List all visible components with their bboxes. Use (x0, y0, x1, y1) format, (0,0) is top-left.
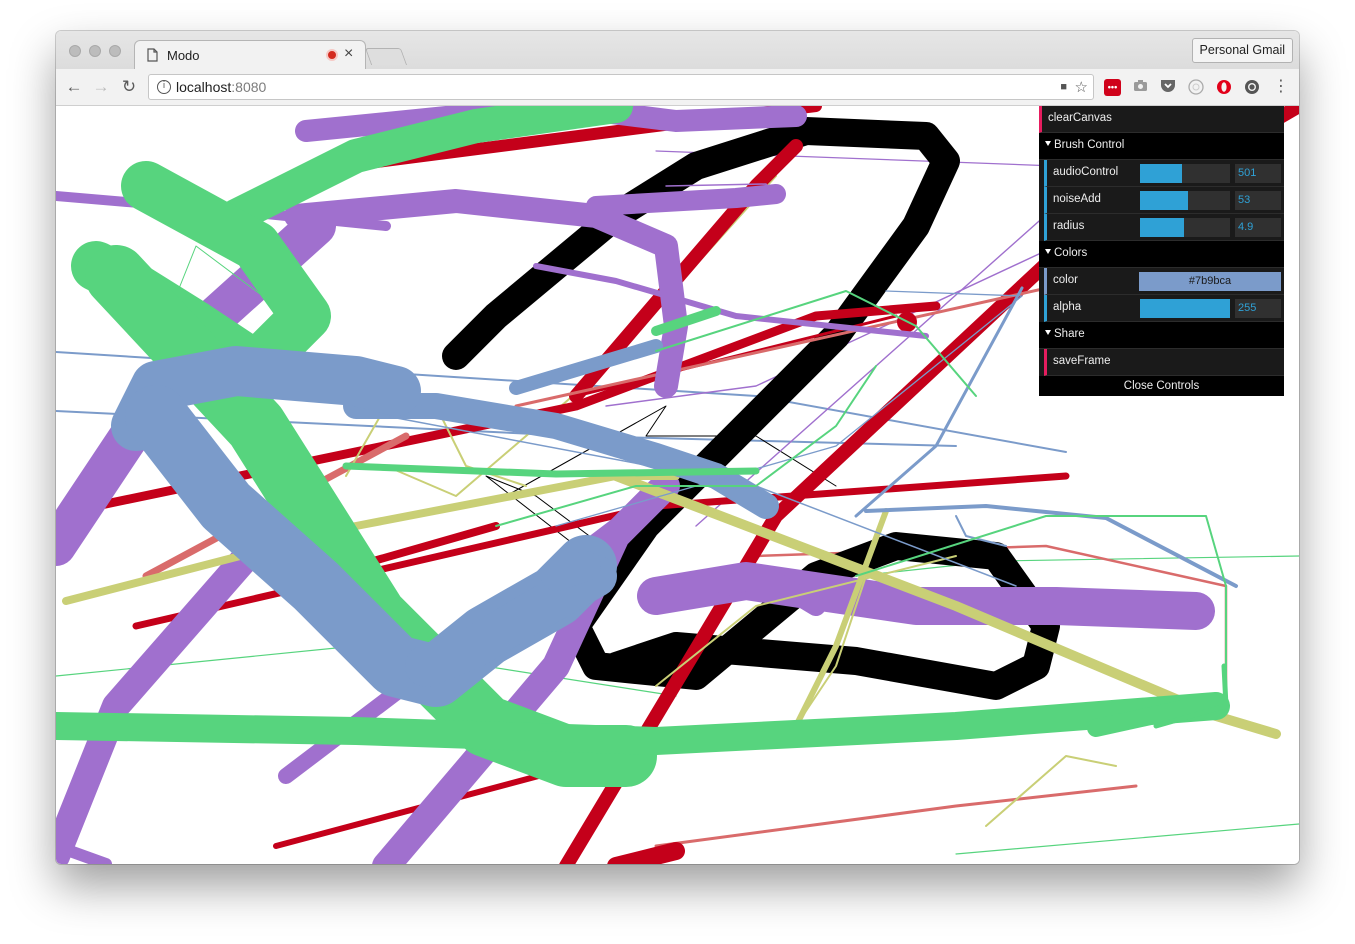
pocket-icon[interactable] (1159, 79, 1176, 96)
alpha-slider[interactable] (1140, 299, 1230, 318)
drawing-canvas[interactable]: clearCanvas Brush Control audioControl 5… (56, 106, 1299, 864)
tab-title: Modo (167, 48, 200, 63)
recording-icon (326, 49, 338, 61)
brush-control-folder[interactable]: Brush Control (1039, 133, 1284, 160)
colors-folder[interactable]: Colors (1039, 241, 1284, 268)
noise-add-slider[interactable] (1140, 191, 1230, 210)
ghostery-icon[interactable] (1187, 79, 1204, 96)
control-panel: clearCanvas Brush Control audioControl 5… (1039, 106, 1284, 396)
lastpass-icon[interactable]: ••• (1104, 79, 1121, 96)
colors-title: Colors (1054, 247, 1088, 259)
address-bar[interactable]: i localhost:8080 ■ ☆ (148, 74, 1094, 100)
minimize-window-button[interactable] (89, 45, 101, 57)
forward-icon[interactable]: → (90, 76, 112, 98)
save-frame-button[interactable]: saveFrame (1044, 349, 1284, 376)
clear-canvas-label: clearCanvas (1048, 112, 1112, 124)
info-icon[interactable]: i (157, 80, 171, 94)
audio-control-row: audioControl 501 (1044, 160, 1284, 187)
close-controls-button[interactable]: Close Controls (1039, 376, 1284, 396)
noise-add-row: noiseAdd 53 (1044, 187, 1284, 214)
alpha-row: alpha 255 (1044, 295, 1284, 322)
alpha-slider-fill (1140, 299, 1230, 318)
opera-icon[interactable] (1215, 79, 1232, 96)
browser-window: Modo × Personal Gmail ← → ↻ i localhost:… (56, 31, 1299, 864)
browser-menu-icon[interactable]: ⋮ (1270, 76, 1292, 98)
save-frame-label: saveFrame (1053, 355, 1111, 367)
bookmark-star-icon[interactable]: ☆ (1075, 78, 1088, 96)
back-icon[interactable]: ← (63, 76, 85, 98)
radius-row: radius 4.9 (1044, 214, 1284, 241)
audio-control-slider-fill (1140, 164, 1183, 183)
color-picker[interactable]: #7b9bca (1139, 272, 1281, 291)
audio-control-slider[interactable] (1140, 164, 1230, 183)
triangle-down-icon (1045, 330, 1051, 335)
profile-button[interactable]: Personal Gmail (1191, 38, 1293, 63)
color-row: color #7b9bca (1044, 268, 1284, 295)
camera-icon[interactable]: ■ (1060, 81, 1067, 93)
zoom-window-button[interactable] (109, 45, 121, 57)
audio-control-label: audioControl (1053, 166, 1119, 178)
brush-control-title: Brush Control (1054, 139, 1125, 151)
radius-slider-fill (1140, 218, 1185, 237)
record-extension-icon[interactable] (1243, 79, 1260, 96)
title-bar: Modo × Personal Gmail (56, 31, 1299, 69)
share-folder[interactable]: Share (1039, 322, 1284, 349)
page-icon (147, 48, 158, 62)
url-port: :8080 (231, 79, 267, 95)
radius-label: radius (1053, 220, 1085, 232)
browser-toolbar: ← → ↻ i localhost:8080 ■ ☆ ••• ⋮ (56, 69, 1299, 106)
triangle-down-icon (1045, 141, 1051, 146)
share-title: Share (1054, 328, 1085, 340)
close-window-button[interactable] (69, 45, 81, 57)
triangle-down-icon (1045, 249, 1051, 254)
tab-close-icon[interactable]: × (344, 45, 353, 63)
tab-modo[interactable]: Modo × (134, 40, 366, 69)
color-label: color (1053, 274, 1078, 286)
radius-input[interactable]: 4.9 (1235, 218, 1281, 237)
radius-slider[interactable] (1140, 218, 1230, 237)
camera-extension-icon[interactable] (1132, 79, 1149, 96)
url-host: localhost (176, 79, 232, 95)
noise-add-input[interactable]: 53 (1235, 191, 1281, 210)
alpha-input[interactable]: 255 (1235, 299, 1281, 318)
url-text[interactable]: localhost:8080 (176, 79, 266, 95)
alpha-label: alpha (1053, 301, 1082, 313)
reload-icon[interactable]: ↻ (118, 76, 140, 98)
new-tab-button[interactable] (364, 48, 408, 65)
noise-add-label: noiseAdd (1053, 193, 1101, 205)
brush-control-list: audioControl 501 noiseAdd 53 radius 4.9 (1039, 160, 1284, 241)
noise-add-slider-fill (1140, 191, 1188, 210)
audio-control-input[interactable]: 501 (1235, 164, 1281, 183)
clear-canvas-button[interactable]: clearCanvas (1039, 106, 1284, 133)
